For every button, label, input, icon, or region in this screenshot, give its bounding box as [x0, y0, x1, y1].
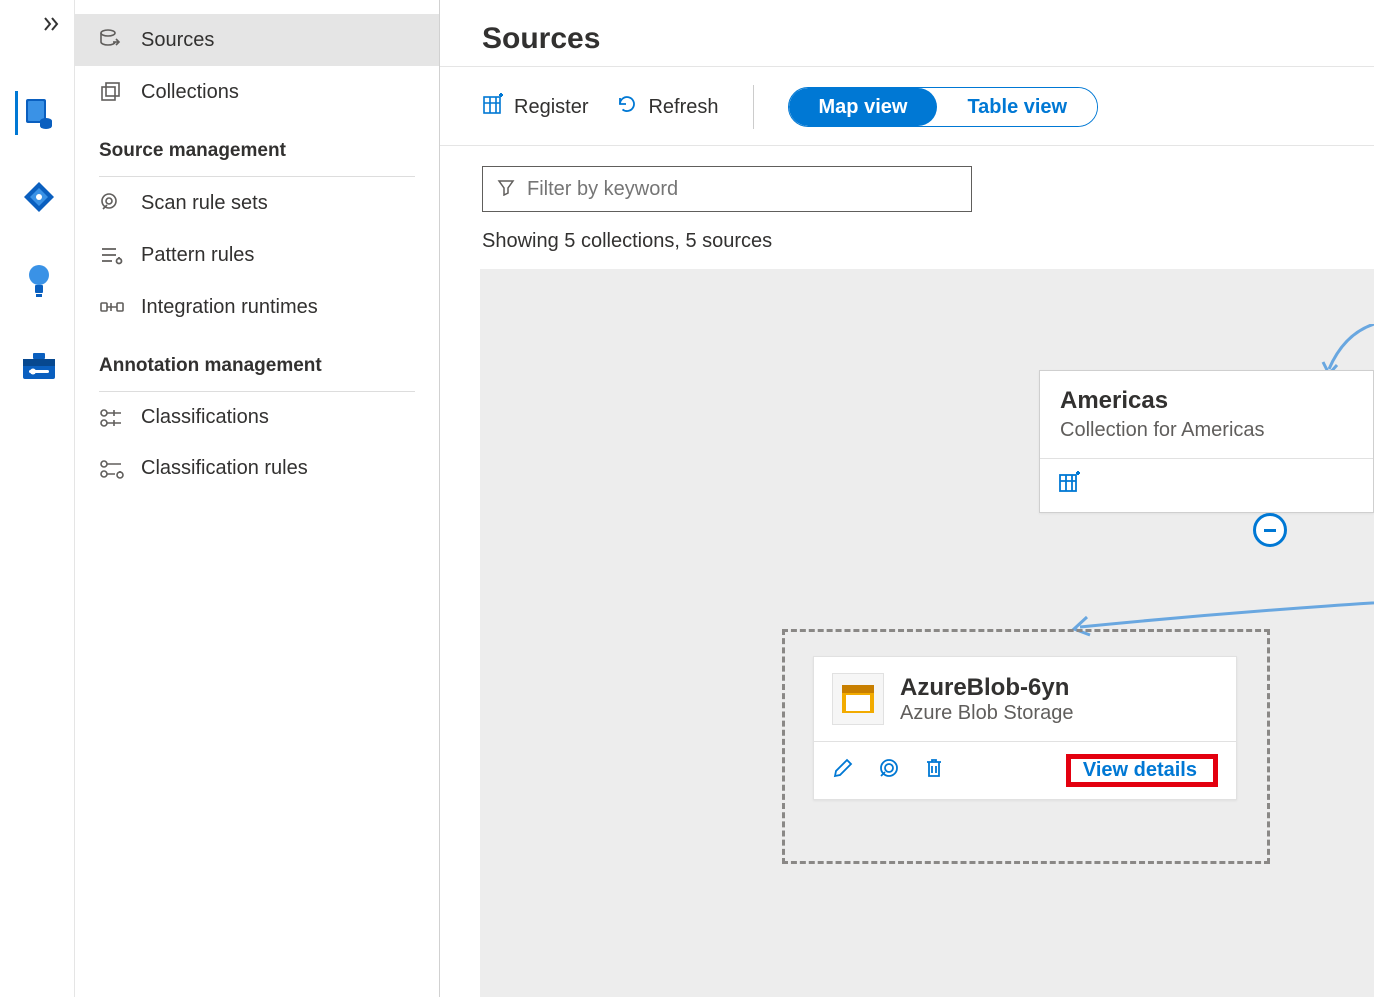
showing-text: Showing 5 collections, 5 sources: [482, 230, 1374, 253]
delete-icon[interactable]: [924, 757, 944, 784]
filter-input[interactable]: [527, 178, 957, 201]
add-grid-icon[interactable]: [1058, 471, 1082, 500]
sidebar-item-label: Classifications: [141, 406, 269, 429]
scan-icon[interactable]: [878, 757, 900, 784]
filter-input-wrapper: [482, 166, 972, 212]
sidebar-item-scan-rule-sets[interactable]: Scan rule sets: [75, 177, 439, 229]
sidebar-item-label: Scan rule sets: [141, 192, 268, 215]
sidebar-item-collections[interactable]: Collections: [75, 66, 439, 118]
sidebar-item-label: Sources: [141, 29, 214, 52]
collection-description: Collection for Americas: [1060, 419, 1353, 442]
map-view-toggle[interactable]: Map view: [789, 88, 938, 126]
refresh-icon: [616, 93, 638, 121]
expand-rail-icon[interactable]: [42, 8, 74, 51]
classifications-icon: [99, 407, 125, 429]
sidebar-item-label: Collections: [141, 81, 239, 104]
view-toggle: Map view Table view: [788, 87, 1099, 127]
sources-icon: [99, 28, 125, 52]
page-title: Sources: [482, 22, 1374, 56]
sidebar-item-sources[interactable]: Sources: [75, 14, 439, 66]
source-subtitle: Azure Blob Storage: [900, 702, 1073, 725]
sidebar-item-label: Pattern rules: [141, 244, 254, 267]
sidebar-header-annotation-management: Annotation management: [75, 333, 439, 385]
sidebar: Sources Collections Source management Sc…: [75, 0, 440, 997]
classification-rules-icon: [99, 458, 125, 480]
refresh-label: Refresh: [648, 96, 718, 119]
rail-management-icon[interactable]: [15, 343, 59, 387]
map-canvas[interactable]: Americas Collection for Americas: [480, 269, 1374, 997]
table-view-toggle[interactable]: Table view: [937, 88, 1097, 126]
register-button[interactable]: Register: [482, 93, 588, 121]
toolbar: Register Refresh Map view Table view: [482, 85, 1374, 129]
collection-card-americas[interactable]: Americas Collection for Americas: [1039, 370, 1374, 513]
main-content: Sources Register Refresh Map view: [440, 0, 1374, 997]
connector-line: [1020, 517, 1374, 647]
register-label: Register: [514, 96, 588, 119]
sidebar-item-classifications[interactable]: Classifications: [75, 392, 439, 443]
integration-runtimes-icon: [99, 295, 125, 319]
sidebar-header-source-management: Source management: [75, 118, 439, 170]
register-icon: [482, 93, 504, 121]
refresh-button[interactable]: Refresh: [616, 93, 718, 121]
rail-data-map-icon[interactable]: [15, 175, 59, 219]
sidebar-item-integration-runtimes[interactable]: Integration runtimes: [75, 281, 439, 333]
sidebar-item-label: Classification rules: [141, 457, 308, 480]
scan-rules-icon: [99, 191, 125, 215]
view-details-highlight: View details: [1066, 754, 1218, 787]
collection-title: Americas: [1060, 387, 1353, 415]
source-title: AzureBlob-6yn: [900, 674, 1073, 702]
pattern-rules-icon: [99, 243, 125, 267]
edit-icon[interactable]: [832, 757, 854, 784]
sidebar-item-pattern-rules[interactable]: Pattern rules: [75, 229, 439, 281]
source-group: AzureBlob-6yn Azure Blob Storage: [782, 629, 1270, 864]
sidebar-item-classification-rules[interactable]: Classification rules: [75, 443, 439, 494]
rail-data-catalog-icon[interactable]: [15, 91, 59, 135]
rail-insights-icon[interactable]: [15, 259, 59, 303]
view-details-link[interactable]: View details: [1075, 755, 1205, 785]
sidebar-item-label: Integration runtimes: [141, 296, 318, 319]
source-card-azureblob[interactable]: AzureBlob-6yn Azure Blob Storage: [813, 656, 1237, 800]
filter-icon: [497, 178, 515, 201]
icon-rail: [0, 0, 75, 997]
collections-icon: [99, 80, 125, 104]
blob-storage-icon: [832, 673, 884, 725]
toolbar-separator: [753, 85, 754, 129]
